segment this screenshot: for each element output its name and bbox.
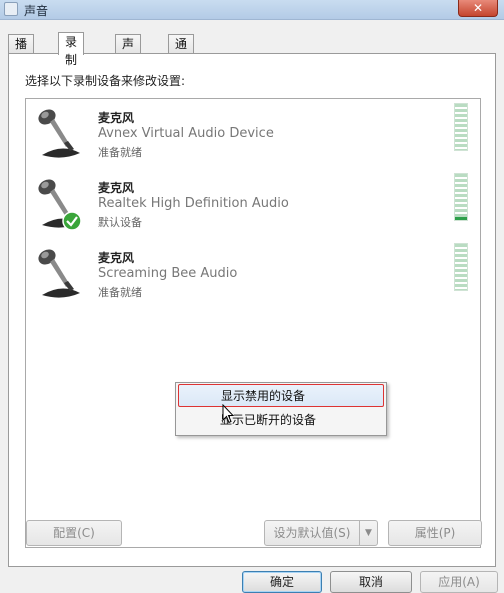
mouse-cursor-icon <box>222 404 234 424</box>
device-description: Realtek High Definition Audio <box>98 196 289 211</box>
apply-button[interactable]: 应用(A) <box>420 571 498 593</box>
level-meter <box>454 103 468 151</box>
properties-button[interactable]: 属性(P) <box>388 520 482 546</box>
microphone-icon <box>38 109 80 158</box>
title-bar: 声音 ✕ <box>0 0 504 20</box>
device-description: Screaming Bee Audio <box>98 266 238 281</box>
dropdown-arrow-icon[interactable]: ▼ <box>359 521 377 545</box>
instruction-text: 选择以下录制设备来修改设置: <box>25 74 186 88</box>
tab-recording[interactable]: 录制 <box>58 32 85 67</box>
device-name: 麦克风 <box>98 181 135 195</box>
level-meter <box>454 173 468 221</box>
tab-communications[interactable]: 通信 <box>168 34 195 69</box>
device-item[interactable]: 麦克风 Screaming Bee Audio 准备就绪 <box>26 239 480 307</box>
device-item[interactable]: 麦克风 Avnex Virtual Audio Device 准备就绪 <box>26 99 480 167</box>
device-name: 麦克风 <box>98 111 135 125</box>
level-meter <box>454 243 468 291</box>
recording-panel: 选择以下录制设备来修改设置: 麦克风 Avnex Virtual Audio D… <box>8 53 496 567</box>
cancel-button[interactable]: 取消 <box>330 571 412 593</box>
device-status: 准备就绪 <box>98 146 142 159</box>
device-name: 麦克风 <box>98 251 135 265</box>
window-title: 声音 <box>24 4 49 18</box>
device-status: 默认设备 <box>98 216 142 229</box>
set-default-button[interactable]: 设为默认值(S) ▼ <box>264 520 378 546</box>
context-menu: 显示禁用的设备 显示已断开的设备 <box>175 382 387 436</box>
microphone-icon <box>38 179 82 231</box>
device-item[interactable]: 麦克风 Realtek High Definition Audio 默认设备 <box>26 169 480 237</box>
tab-sounds[interactable]: 声音 <box>115 34 142 69</box>
menu-item-show-disconnected-devices[interactable]: 显示已断开的设备 <box>178 409 384 432</box>
device-status: 准备就绪 <box>98 286 142 299</box>
configure-button[interactable]: 配置(C) <box>26 520 122 546</box>
set-default-label: 设为默认值(S) <box>273 526 351 540</box>
tab-playback[interactable]: 播放 <box>8 34 35 69</box>
close-button[interactable]: ✕ <box>458 0 498 17</box>
ok-button[interactable]: 确定 <box>242 571 322 593</box>
speaker-app-icon <box>4 2 18 16</box>
device-list[interactable]: 麦克风 Avnex Virtual Audio Device 准备就绪 麦克风 … <box>25 98 481 548</box>
menu-item-show-disabled-devices[interactable]: 显示禁用的设备 <box>178 384 384 407</box>
device-description: Avnex Virtual Audio Device <box>98 126 274 141</box>
microphone-icon <box>38 249 80 298</box>
